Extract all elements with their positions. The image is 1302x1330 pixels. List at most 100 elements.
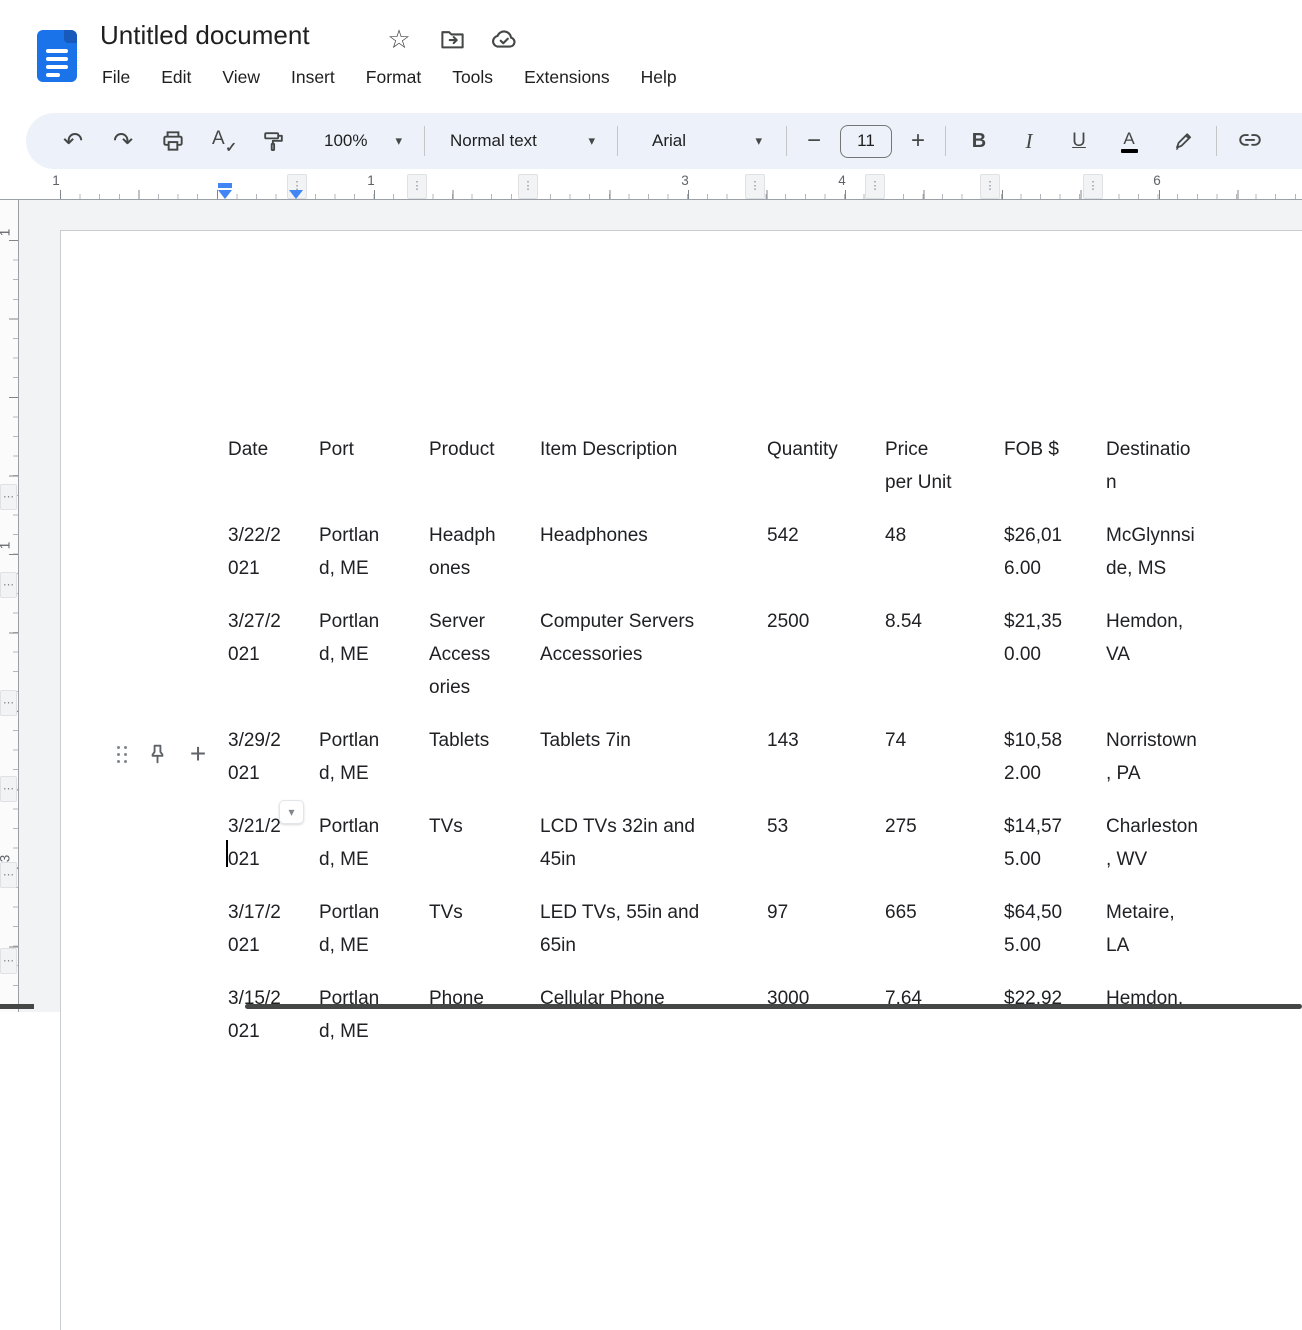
row-resize-grip[interactable]: ⋯ bbox=[0, 484, 17, 510]
menu-tools[interactable]: Tools bbox=[450, 63, 495, 92]
cell-price[interactable]: 665 bbox=[885, 896, 1004, 982]
cell-product[interactable]: Server Access ories bbox=[429, 605, 540, 724]
cell-product[interactable]: TVs bbox=[429, 810, 540, 896]
header-cell-quantity[interactable]: Quantity bbox=[767, 433, 885, 519]
document-status-button[interactable] bbox=[489, 24, 519, 54]
cell-port[interactable]: Portlan d, ME bbox=[319, 519, 429, 605]
cell-port[interactable]: Portlan d, ME bbox=[319, 605, 429, 724]
move-to-folder-button[interactable] bbox=[437, 24, 467, 54]
header-cell-price-per-unit[interactable]: Price per Unit bbox=[885, 433, 1004, 519]
cell-quantity[interactable]: 2500 bbox=[767, 605, 885, 724]
font-family-select[interactable]: Arial ▾ bbox=[626, 121, 778, 161]
font-size-increase-button[interactable]: + bbox=[899, 121, 937, 161]
cell-item-description[interactable]: LCD TVs 32in and 45in bbox=[540, 810, 767, 896]
star-button[interactable]: ☆ bbox=[384, 24, 414, 54]
cell-price[interactable]: 74 bbox=[885, 724, 1004, 810]
header-cell-date[interactable]: Date bbox=[228, 433, 319, 519]
cell-price[interactable]: 7.64 bbox=[885, 982, 1004, 1068]
cell-quantity[interactable]: 143 bbox=[767, 724, 885, 810]
header-cell-fob[interactable]: FOB $ bbox=[1004, 433, 1106, 519]
cell-fob[interactable]: $10,58 2.00 bbox=[1004, 724, 1106, 810]
cell-item-description[interactable]: Computer Servers Accessories bbox=[540, 605, 767, 724]
cell-quantity[interactable]: 97 bbox=[767, 896, 885, 982]
cell-destination[interactable]: Hemdon, VA bbox=[1106, 605, 1251, 724]
row-drag-handle[interactable] bbox=[117, 746, 120, 749]
horizontal-scrollbar[interactable] bbox=[245, 1004, 1302, 1009]
cell-item-description[interactable]: Headphones bbox=[540, 519, 767, 605]
menu-extensions[interactable]: Extensions bbox=[522, 63, 612, 92]
font-size-input[interactable]: 11 bbox=[840, 125, 892, 158]
column-resize-grip[interactable]: ⋮ bbox=[745, 174, 765, 199]
italic-button[interactable]: I bbox=[1004, 121, 1054, 161]
column-resize-grip[interactable]: ⋮ bbox=[518, 174, 538, 199]
spellcheck-button[interactable]: A ✓ bbox=[198, 121, 248, 161]
text-color-button[interactable]: A bbox=[1104, 121, 1154, 161]
cell-port[interactable]: Portlan d, ME bbox=[319, 982, 429, 1068]
first-line-indent-marker[interactable] bbox=[289, 190, 303, 199]
docs-icon[interactable] bbox=[37, 30, 77, 82]
cell-destination[interactable]: McGlynnsi de, MS bbox=[1106, 519, 1251, 605]
menu-file[interactable]: File bbox=[100, 63, 132, 92]
cell-destination[interactable]: Charleston , WV bbox=[1106, 810, 1251, 896]
cell-date[interactable]: 3/17/2 021 bbox=[228, 896, 319, 982]
menu-edit[interactable]: Edit bbox=[159, 63, 193, 92]
cell-product[interactable]: Phone bbox=[429, 982, 540, 1068]
cell-fob[interactable]: $64,50 5.00 bbox=[1004, 896, 1106, 982]
cell-item-description[interactable]: Tablets 7in bbox=[540, 724, 767, 810]
cell-product[interactable]: Headph ones bbox=[429, 519, 540, 605]
row-resize-grip[interactable]: ⋯ bbox=[0, 572, 17, 598]
document-title[interactable]: Untitled document bbox=[100, 20, 310, 51]
cell-port[interactable]: Portlan d, ME bbox=[319, 810, 429, 896]
add-row-button[interactable]: + bbox=[184, 740, 212, 768]
highlight-color-button[interactable] bbox=[1158, 121, 1208, 161]
redo-button[interactable]: ↷ bbox=[98, 121, 148, 161]
cell-port[interactable]: Portlan d, ME bbox=[319, 724, 429, 810]
cell-destination[interactable]: Norristown , PA bbox=[1106, 724, 1251, 810]
row-resize-grip[interactable]: ⋯ bbox=[0, 690, 17, 716]
menu-help[interactable]: Help bbox=[639, 63, 679, 92]
cell-item-description[interactable]: Cellular Phone bbox=[540, 982, 767, 1068]
left-indent-marker[interactable] bbox=[218, 183, 232, 199]
cell-item-description[interactable]: LED TVs, 55in and 65in bbox=[540, 896, 767, 982]
row-resize-grip[interactable]: ⋯ bbox=[0, 776, 17, 802]
cell-price[interactable]: 8.54 bbox=[885, 605, 1004, 724]
cell-fob[interactable]: $21,35 0.00 bbox=[1004, 605, 1106, 724]
cell-fob[interactable]: $14,57 5.00 bbox=[1004, 810, 1106, 896]
font-size-decrease-button[interactable]: − bbox=[795, 121, 833, 161]
header-cell-destination[interactable]: Destinatio n bbox=[1106, 433, 1251, 519]
bold-button[interactable]: B bbox=[954, 121, 1004, 161]
cell-price[interactable]: 275 bbox=[885, 810, 1004, 896]
cell-quantity[interactable]: 3000 bbox=[767, 982, 885, 1068]
cell-quantity[interactable]: 53 bbox=[767, 810, 885, 896]
menu-insert[interactable]: Insert bbox=[289, 63, 337, 92]
paint-format-button[interactable] bbox=[248, 121, 298, 161]
zoom-select[interactable]: 100% ▾ bbox=[312, 121, 416, 161]
undo-button[interactable]: ↶ bbox=[48, 121, 98, 161]
cell-port[interactable]: Portlan d, ME bbox=[319, 896, 429, 982]
header-cell-port[interactable]: Port bbox=[319, 433, 429, 519]
cell-quantity[interactable]: 542 bbox=[767, 519, 885, 605]
cell-fob[interactable]: $26,01 6.00 bbox=[1004, 519, 1106, 605]
row-resize-grip[interactable]: ⋯ bbox=[0, 862, 17, 888]
menu-view[interactable]: View bbox=[220, 63, 262, 92]
cell-product[interactable]: Tablets bbox=[429, 724, 540, 810]
column-resize-grip[interactable]: ⋮ bbox=[980, 174, 1000, 199]
column-resize-grip[interactable]: ⋮ bbox=[1083, 174, 1103, 199]
cell-date[interactable]: 3/22/2 021 bbox=[228, 519, 319, 605]
cell-date[interactable]: 3/29/2 021 bbox=[228, 724, 319, 810]
cell-date[interactable]: 3/15/2 021 bbox=[228, 982, 319, 1068]
header-cell-item-description[interactable]: Item Description bbox=[540, 433, 767, 519]
column-resize-grip[interactable]: ⋮ bbox=[407, 174, 427, 199]
menu-format[interactable]: Format bbox=[364, 63, 423, 92]
row-resize-grip[interactable]: ⋯ bbox=[0, 948, 17, 974]
insert-link-button[interactable] bbox=[1225, 121, 1275, 161]
cell-date[interactable]: 3/27/2 021 bbox=[228, 605, 319, 724]
pin-header-row-button[interactable] bbox=[143, 740, 171, 768]
print-button[interactable] bbox=[148, 121, 198, 161]
scrollbar-segment[interactable] bbox=[0, 1004, 34, 1009]
underline-button[interactable]: U bbox=[1054, 121, 1104, 161]
header-cell-product[interactable]: Product bbox=[429, 433, 540, 519]
column-resize-grip[interactable]: ⋮ bbox=[865, 174, 885, 199]
cell-price[interactable]: 48 bbox=[885, 519, 1004, 605]
cell-date[interactable]: 3/21/2 021 bbox=[228, 810, 319, 896]
